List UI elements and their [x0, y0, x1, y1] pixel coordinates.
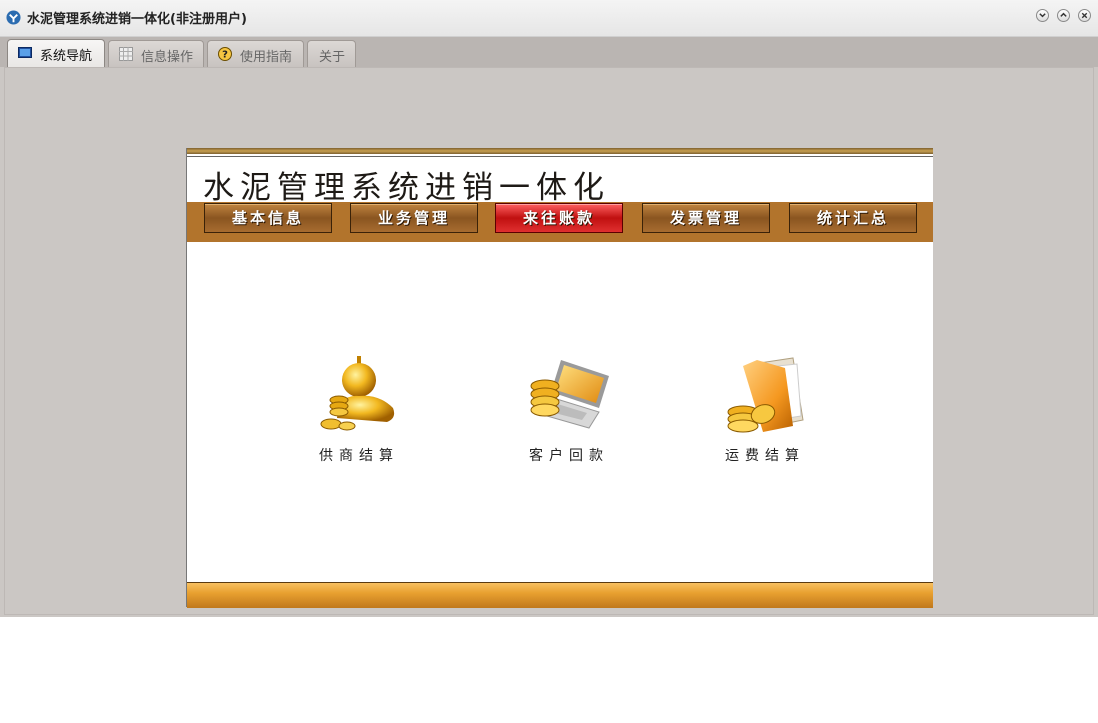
menu-statistics-button[interactable]: 统计汇总 [789, 203, 917, 233]
menu-invoice-management-button[interactable]: 发票管理 [642, 203, 770, 233]
navigation-panel: 水泥管理系统进销一体化 基本信息 业务管理 来往账款 发票管理 统计汇总 供商结… [186, 148, 933, 608]
customer-repayment-item[interactable]: 客户回款 [509, 356, 629, 466]
folder-coins-icon [727, 357, 804, 433]
close-button[interactable] [1078, 9, 1091, 22]
menu-accounts-button[interactable]: 来往账款 [495, 203, 623, 233]
help-icon: ? [218, 47, 232, 61]
feature-label: 运费结算 [725, 448, 805, 464]
feature-label: 供商结算 [319, 448, 399, 464]
feature-label: 客户回款 [529, 448, 609, 464]
supplier-coins-icon [320, 356, 395, 431]
minimize-button[interactable] [1036, 9, 1049, 22]
tab-label: 关于 [319, 50, 346, 65]
tab-label: 系统导航 [40, 49, 93, 64]
supplier-settlement-item[interactable]: 供商结算 [299, 356, 419, 466]
tab-strip: 系统导航 信息操作 ? 使用指南 关于 [0, 37, 1098, 67]
tab-user-guide[interactable]: ? 使用指南 [207, 40, 304, 67]
chevron-down-icon [1039, 13, 1046, 18]
bottom-status-bar [187, 582, 933, 608]
main-menu-bar: 基本信息 业务管理 来往账款 发票管理 统计汇总 [187, 202, 933, 242]
laptop-coins-icon [530, 360, 609, 429]
menu-business-management-button[interactable]: 业务管理 [350, 203, 478, 233]
system-title: 水泥管理系统进销一体化 [203, 170, 610, 206]
tab-label: 信息操作 [141, 50, 194, 65]
tab-system-navigation[interactable]: 系统导航 [7, 39, 105, 67]
window-title: 水泥管理系统进销一体化(非注册用户) [27, 12, 247, 27]
tab-label: 使用指南 [240, 50, 293, 65]
top-gold-line [187, 148, 933, 154]
freight-settlement-item[interactable]: 运费结算 [705, 356, 825, 466]
svg-text:?: ? [222, 50, 228, 61]
monitor-icon [18, 47, 32, 58]
grid-icon [119, 47, 133, 61]
tab-about[interactable]: 关于 [307, 40, 356, 67]
maximize-button[interactable] [1057, 9, 1070, 22]
chevron-up-icon [1060, 12, 1067, 17]
close-icon [1081, 12, 1088, 19]
top-divider [187, 156, 933, 157]
title-bar: 水泥管理系统进销一体化(非注册用户) [0, 0, 1098, 37]
menu-basic-info-button[interactable]: 基本信息 [204, 203, 332, 233]
app-logo-icon [6, 10, 21, 25]
tab-info-operations[interactable]: 信息操作 [108, 40, 204, 67]
